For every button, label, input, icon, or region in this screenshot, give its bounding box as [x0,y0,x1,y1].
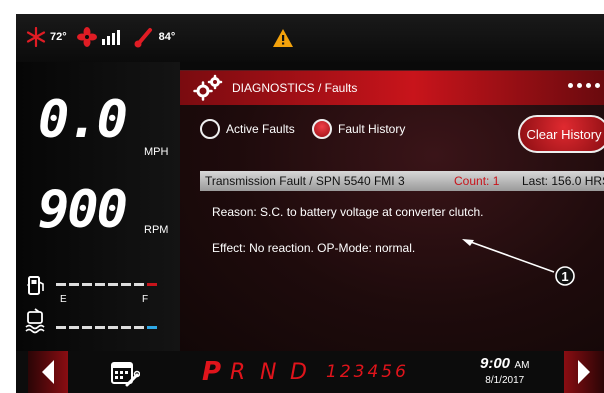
gear-numbers: 123456 [326,362,409,382]
clock: 9:00 AM 8/1/2017 [480,355,529,386]
fault-count: Count: 1 [454,174,500,188]
tab-fault-history-label: Fault History [338,122,406,136]
clock-ampm: AM [514,360,530,371]
inside-temp: 72° [50,31,67,43]
gear-n: N [260,360,277,385]
signal-bars-icon [101,30,120,45]
rpm-value: 900 [38,180,128,240]
def-gauge [56,326,157,329]
arrow-left-icon [42,360,54,384]
diagnostics-panel: DIAGNOSTICS / Faults Active Faults Fault… [180,70,604,352]
radio-active-faults[interactable] [200,119,220,139]
fault-row[interactable]: Transmission Fault / SPN 5540 FMI 3 Coun… [200,171,604,191]
calendar-wrench-icon[interactable] [110,359,140,387]
speed-value: 0.0 [38,90,128,150]
def-fluid-icon [25,308,45,334]
tab-active-faults-label: Active Faults [226,122,295,136]
fault-reason: Reason: S.C. to battery voltage at conve… [212,205,484,219]
clear-history-button[interactable]: Clear History [518,115,604,153]
clock-date: 8/1/2017 [485,375,525,386]
gauge-panel: 0.0 MPH 900 RPM E F [16,62,180,351]
panel-title: DIAGNOSTICS / Faults [232,81,358,95]
gear-d: D [290,360,307,385]
fan-icon [76,27,97,47]
top-status-bar: 72° 84° [16,14,604,62]
fuel-gauge [56,283,157,286]
diagnostics-header: DIAGNOSTICS / Faults [180,71,604,105]
tab-active-faults[interactable]: Active Faults [200,119,295,139]
prev-button[interactable] [28,351,68,393]
fuel-empty-label: E [60,294,67,305]
display-screen: 72° 84° 0.0 MPH 900 RPM E F DIAGNOSTICS … [16,14,604,393]
status-group: 72° 84° [26,26,175,48]
speed-unit: MPH [144,146,169,158]
bottom-bar: P R N D 123456 9:00 AM 8/1/2017 [16,351,604,393]
outside-temp: 84° [158,31,176,43]
fault-name: Transmission Fault / SPN 5540 FMI 3 [205,174,405,188]
snowflake-icon [26,27,46,47]
page-indicator[interactable] [568,83,600,88]
rpm-unit: RPM [144,224,169,236]
gear-r: R [230,360,246,385]
fuel-full-label: F [142,294,149,305]
fault-effect: Effect: No reaction. OP-Mode: normal. [212,241,416,255]
arrow-right-icon [578,360,590,384]
gear-p: P [202,357,222,387]
gears-icon [193,74,223,101]
radio-fault-history[interactable] [312,119,332,139]
tab-fault-history[interactable]: Fault History [312,119,405,139]
next-button[interactable] [564,351,604,393]
fuel-pump-icon [27,276,44,295]
clock-time: 9:00 [480,355,511,372]
fault-last-hours: Last: 156.0 HRS [522,174,604,188]
thermometer-icon [134,28,152,48]
warning-icon[interactable] [272,28,294,48]
